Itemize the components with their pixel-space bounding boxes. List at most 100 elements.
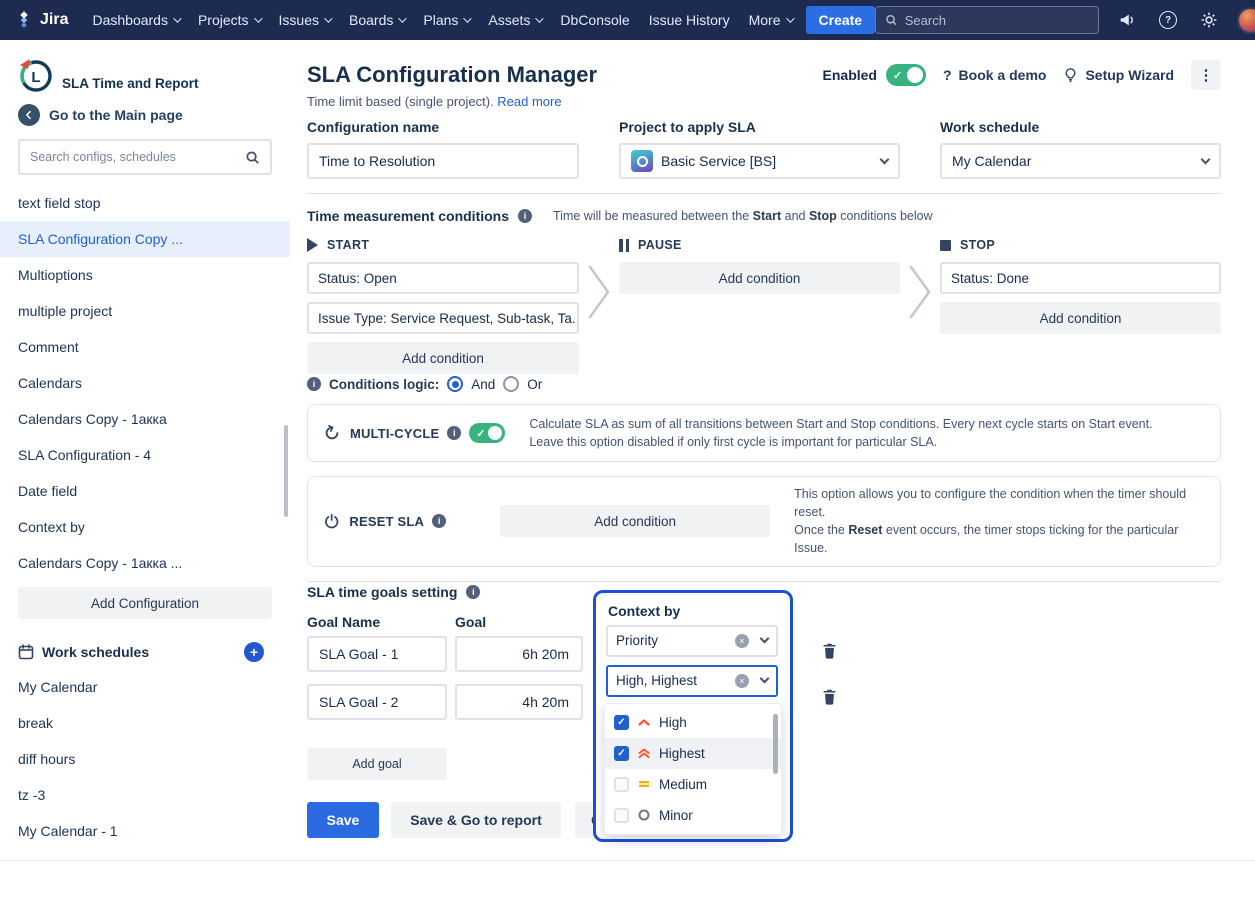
goal-value-input[interactable]	[455, 636, 583, 672]
stop-add-condition-button[interactable]: Add condition	[940, 302, 1221, 334]
pause-add-condition-button[interactable]: Add condition	[619, 262, 900, 294]
reset-sla-label: RESET SLA	[349, 514, 424, 529]
context-field-select[interactable]: Priority ×	[606, 625, 778, 657]
goal-name-input[interactable]	[307, 684, 447, 720]
read-more-link[interactable]: Read more	[497, 94, 561, 109]
config-item[interactable]: Context by	[0, 509, 290, 545]
announcement-icon[interactable]	[1114, 7, 1140, 33]
config-item[interactable]: Multioptions	[0, 257, 290, 293]
setup-wizard-button[interactable]: Setup Wizard	[1063, 67, 1174, 83]
info-icon[interactable]: i	[518, 209, 532, 223]
delete-goal-button[interactable]	[821, 688, 838, 709]
config-item[interactable]: text field stop	[0, 185, 290, 221]
nav-issue-history[interactable]: Issue History	[649, 12, 730, 28]
checkbox-unchecked[interactable]	[614, 808, 629, 823]
config-item[interactable]: Calendars Copy - 1акка ...	[0, 545, 290, 581]
chevron-down-icon	[760, 634, 770, 644]
nav-boards[interactable]: Boards	[349, 12, 404, 28]
reset-add-condition-button[interactable]: Add condition	[500, 505, 770, 537]
config-item[interactable]: Date field	[0, 473, 290, 509]
work-schedule-select[interactable]: My Calendar	[940, 143, 1221, 179]
nav-issues[interactable]: Issues	[279, 12, 330, 28]
goal-name-input[interactable]	[307, 636, 447, 672]
schedule-item[interactable]: diff hours	[0, 741, 290, 777]
project-select[interactable]: Basic Service [BS]	[619, 143, 900, 179]
sla-sidebar: L SLA Time and Report Go to the Main pag…	[0, 40, 290, 901]
stop-icon	[940, 240, 951, 251]
delete-goal-button[interactable]	[821, 642, 838, 663]
chevron-down-icon	[786, 14, 794, 22]
settings-gear-icon[interactable]	[1196, 7, 1222, 33]
reset-sla-description: This option allows you to configure the …	[794, 485, 1204, 558]
stop-header: STOP	[940, 238, 1221, 252]
save-button[interactable]: Save	[307, 802, 379, 838]
jira-logo-icon	[14, 10, 34, 30]
dropdown-option-minor[interactable]: Minor	[605, 800, 781, 831]
dropdown-scrollbar[interactable]	[773, 714, 778, 774]
sidebar-search-input[interactable]	[30, 150, 245, 164]
logic-and-radio[interactable]	[447, 376, 463, 392]
checkbox-checked[interactable]: ✓	[614, 746, 629, 761]
config-item[interactable]: SLA Configuration - 4	[0, 437, 290, 473]
nav-more[interactable]: More	[749, 12, 792, 28]
context-values-select[interactable]: High, Highest ×	[606, 665, 778, 697]
config-item-selected[interactable]: SLA Configuration Copy ...	[0, 221, 290, 257]
add-configuration-button[interactable]: Add Configuration	[18, 587, 272, 619]
start-condition[interactable]: Issue Type: Service Request, Sub-task, T…	[307, 302, 579, 334]
info-icon[interactable]: i	[307, 377, 321, 391]
schedule-item[interactable]: My Calendar - 1	[0, 813, 290, 849]
jira-logo[interactable]: Jira	[14, 10, 68, 30]
save-go-report-button[interactable]: Save & Go to report	[391, 802, 561, 838]
schedule-item[interactable]: My Calendar	[0, 669, 290, 705]
create-button[interactable]: Create	[806, 6, 876, 34]
config-list: text field stop SLA Configuration Copy .…	[0, 185, 290, 581]
project-avatar	[631, 150, 653, 172]
info-icon[interactable]: i	[432, 514, 446, 528]
back-arrow-icon	[18, 104, 40, 126]
book-demo-button[interactable]: ? Book a demo	[943, 67, 1046, 83]
schedule-item[interactable]: break	[0, 705, 290, 741]
clear-icon[interactable]: ×	[735, 634, 749, 648]
user-avatar[interactable]	[1237, 7, 1255, 34]
logic-or-radio[interactable]	[503, 376, 519, 392]
clear-icon[interactable]: ×	[735, 674, 749, 688]
config-name-input[interactable]	[307, 143, 579, 179]
nav-dashboards[interactable]: Dashboards	[92, 12, 179, 28]
add-schedule-icon[interactable]: +	[244, 642, 264, 662]
nav-dbconsole[interactable]: DbConsole	[560, 12, 629, 28]
project-label: Project to apply SLA	[619, 119, 900, 135]
power-icon	[324, 513, 339, 529]
checkbox-unchecked[interactable]	[614, 777, 629, 792]
info-icon[interactable]: i	[466, 585, 480, 599]
dropdown-option-medium[interactable]: Medium	[605, 769, 781, 800]
config-item[interactable]: Calendars Copy - 1акка	[0, 401, 290, 437]
start-condition[interactable]: Status: Open	[307, 262, 579, 294]
stop-condition[interactable]: Status: Done	[940, 262, 1221, 294]
sidebar-search[interactable]	[18, 139, 272, 175]
nav-projects[interactable]: Projects	[198, 12, 260, 28]
global-search-input[interactable]	[905, 13, 1089, 28]
multi-cycle-toggle[interactable]: ✓	[469, 423, 505, 443]
info-icon[interactable]: i	[447, 426, 461, 440]
config-item[interactable]: Calendars	[0, 365, 290, 401]
sidebar-scrollbar[interactable]	[284, 425, 288, 517]
enabled-toggle[interactable]: ✓	[886, 64, 926, 86]
help-icon[interactable]: ?	[1155, 7, 1181, 33]
add-goal-button[interactable]: Add goal	[307, 748, 447, 780]
checkbox-checked[interactable]: ✓	[614, 715, 629, 730]
goal-value-input[interactable]	[455, 684, 583, 720]
schedule-item[interactable]: tz -3	[0, 777, 290, 813]
dropdown-option-highest[interactable]: ✓ Highest	[605, 738, 781, 769]
dropdown-option-high[interactable]: ✓ High	[605, 707, 781, 738]
check-icon: ✓	[893, 69, 902, 82]
config-item[interactable]: Comment	[0, 329, 290, 365]
global-search[interactable]	[875, 6, 1099, 34]
topbar-right: ?	[875, 6, 1255, 34]
start-add-condition-button[interactable]: Add condition	[307, 342, 579, 374]
nav-assets[interactable]: Assets	[488, 12, 541, 28]
more-menu-icon[interactable]: ⋮	[1191, 60, 1221, 90]
nav-plans[interactable]: Plans	[423, 12, 469, 28]
config-item[interactable]: multiple project	[0, 293, 290, 329]
back-to-main-link[interactable]: Go to the Main page	[0, 104, 290, 126]
chevron-down-icon	[536, 14, 544, 22]
